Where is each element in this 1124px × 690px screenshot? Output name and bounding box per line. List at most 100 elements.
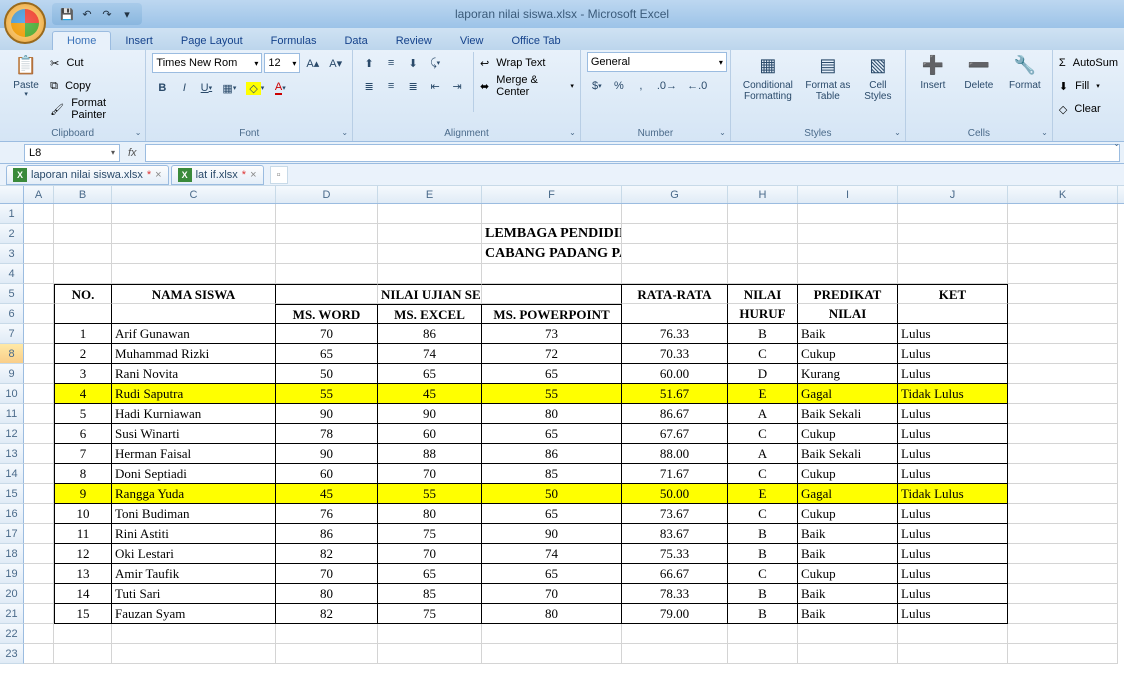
tab-view[interactable]: View	[446, 32, 498, 50]
doc-tab-1[interactable]: X lat if.xlsx* ×	[171, 165, 264, 185]
tab-insert[interactable]: Insert	[111, 32, 167, 50]
cell[interactable]: 83.67	[622, 524, 728, 544]
cell[interactable]: Lulus	[898, 444, 1008, 464]
row-header[interactable]: 12	[0, 424, 24, 444]
cell[interactable]: 80	[482, 604, 622, 624]
cell[interactable]	[1008, 244, 1118, 264]
cell[interactable]: 80	[378, 504, 482, 524]
cell[interactable]	[1008, 304, 1118, 324]
wrap-text-button[interactable]: ↩ Wrap Text	[480, 52, 574, 74]
tab-page-layout[interactable]: Page Layout	[167, 32, 257, 50]
col-header[interactable]: A	[24, 186, 54, 203]
cell[interactable]	[24, 624, 54, 644]
font-color-button[interactable]: A▾	[270, 78, 290, 98]
cell[interactable]: Cukup	[798, 344, 898, 364]
cell[interactable]: 15	[54, 604, 112, 624]
cell[interactable]: NO.	[54, 284, 112, 304]
cell[interactable]	[378, 244, 482, 264]
cell[interactable]: Lulus	[898, 344, 1008, 364]
cell[interactable]	[622, 264, 728, 284]
decrease-decimal-button[interactable]: ←.0	[683, 76, 711, 96]
cell[interactable]: B	[728, 324, 798, 344]
row-header[interactable]: 9	[0, 364, 24, 384]
cell[interactable]: Tidak Lulus	[898, 484, 1008, 504]
number-format-combo[interactable]: General▾	[587, 52, 727, 72]
row-header[interactable]: 1	[0, 204, 24, 224]
tab-home[interactable]: Home	[52, 31, 111, 50]
cell[interactable]: 7	[54, 444, 112, 464]
cell[interactable]	[24, 384, 54, 404]
cell[interactable]	[482, 644, 622, 664]
cell[interactable]: 66.67	[622, 564, 728, 584]
formula-input[interactable]	[145, 144, 1120, 162]
cell[interactable]: C	[728, 344, 798, 364]
row-header[interactable]: 13	[0, 444, 24, 464]
cell[interactable]	[54, 204, 112, 224]
cell[interactable]	[622, 304, 728, 324]
cell[interactable]	[24, 224, 54, 244]
cell[interactable]	[898, 244, 1008, 264]
cell[interactable]: 50	[276, 364, 378, 384]
cell[interactable]: D	[728, 364, 798, 384]
cell[interactable]	[24, 264, 54, 284]
undo-icon[interactable]: ↶	[78, 5, 96, 23]
save-icon[interactable]: 💾	[58, 5, 76, 23]
cell[interactable]	[622, 204, 728, 224]
copy-button[interactable]: ⧉ Copy	[50, 75, 139, 97]
cell[interactable]: 78	[276, 424, 378, 444]
cell[interactable]: NILAI UJIAN SEMESTER	[378, 284, 482, 304]
cell[interactable]	[276, 644, 378, 664]
paste-button[interactable]: 📋 Paste▾	[6, 52, 46, 101]
cell[interactable]: 90	[378, 404, 482, 424]
cell[interactable]	[898, 264, 1008, 284]
format-cells-button[interactable]: 🔧Format	[1004, 52, 1046, 93]
align-middle-button[interactable]: ≡	[381, 53, 401, 73]
cell[interactable]: HURUF	[728, 304, 798, 324]
cell[interactable]: MS. EXCEL	[378, 304, 482, 324]
cell[interactable]	[1008, 484, 1118, 504]
cell[interactable]	[24, 284, 54, 304]
cell[interactable]: 65	[482, 504, 622, 524]
cell[interactable]	[728, 644, 798, 664]
cell[interactable]: Herman Faisal	[112, 444, 276, 464]
cell[interactable]	[798, 244, 898, 264]
cell[interactable]: C	[728, 464, 798, 484]
cell[interactable]	[112, 244, 276, 264]
cell[interactable]: 72	[482, 344, 622, 364]
cell[interactable]	[24, 324, 54, 344]
cell[interactable]: 86.67	[622, 404, 728, 424]
cell[interactable]	[1008, 624, 1118, 644]
cell[interactable]: 50.00	[622, 484, 728, 504]
cell[interactable]: LEMBAGA PENDIDIKAN NICO	[482, 224, 622, 244]
cell[interactable]: 5	[54, 404, 112, 424]
cell[interactable]	[378, 224, 482, 244]
cell[interactable]: 10	[54, 504, 112, 524]
row-header[interactable]: 10	[0, 384, 24, 404]
cell[interactable]: 71.67	[622, 464, 728, 484]
cell[interactable]: 75.33	[622, 544, 728, 564]
cell[interactable]	[1008, 504, 1118, 524]
cell[interactable]	[622, 244, 728, 264]
col-header[interactable]: B	[54, 186, 112, 203]
row-header[interactable]: 3	[0, 244, 24, 264]
close-tab-icon[interactable]: ×	[250, 169, 256, 181]
row-header[interactable]: 5	[0, 284, 24, 304]
decrease-indent-button[interactable]: ⇤	[425, 76, 445, 96]
row-header[interactable]: 7	[0, 324, 24, 344]
currency-button[interactable]: $▾	[587, 76, 607, 96]
cell[interactable]	[24, 604, 54, 624]
cell[interactable]	[1008, 524, 1118, 544]
cell[interactable]: B	[728, 604, 798, 624]
cell[interactable]: 78.33	[622, 584, 728, 604]
cell[interactable]: 60.00	[622, 364, 728, 384]
cell[interactable]	[798, 624, 898, 644]
cell[interactable]: 65	[378, 564, 482, 584]
cell[interactable]	[112, 624, 276, 644]
cell[interactable]: 3	[54, 364, 112, 384]
cell[interactable]	[1008, 344, 1118, 364]
row-header[interactable]: 22	[0, 624, 24, 644]
cell[interactable]: C	[728, 424, 798, 444]
grow-font-button[interactable]: A▴	[302, 53, 323, 73]
cell[interactable]: Muhammad Rizki	[112, 344, 276, 364]
format-as-table-button[interactable]: ▤Format as Table	[803, 52, 853, 104]
